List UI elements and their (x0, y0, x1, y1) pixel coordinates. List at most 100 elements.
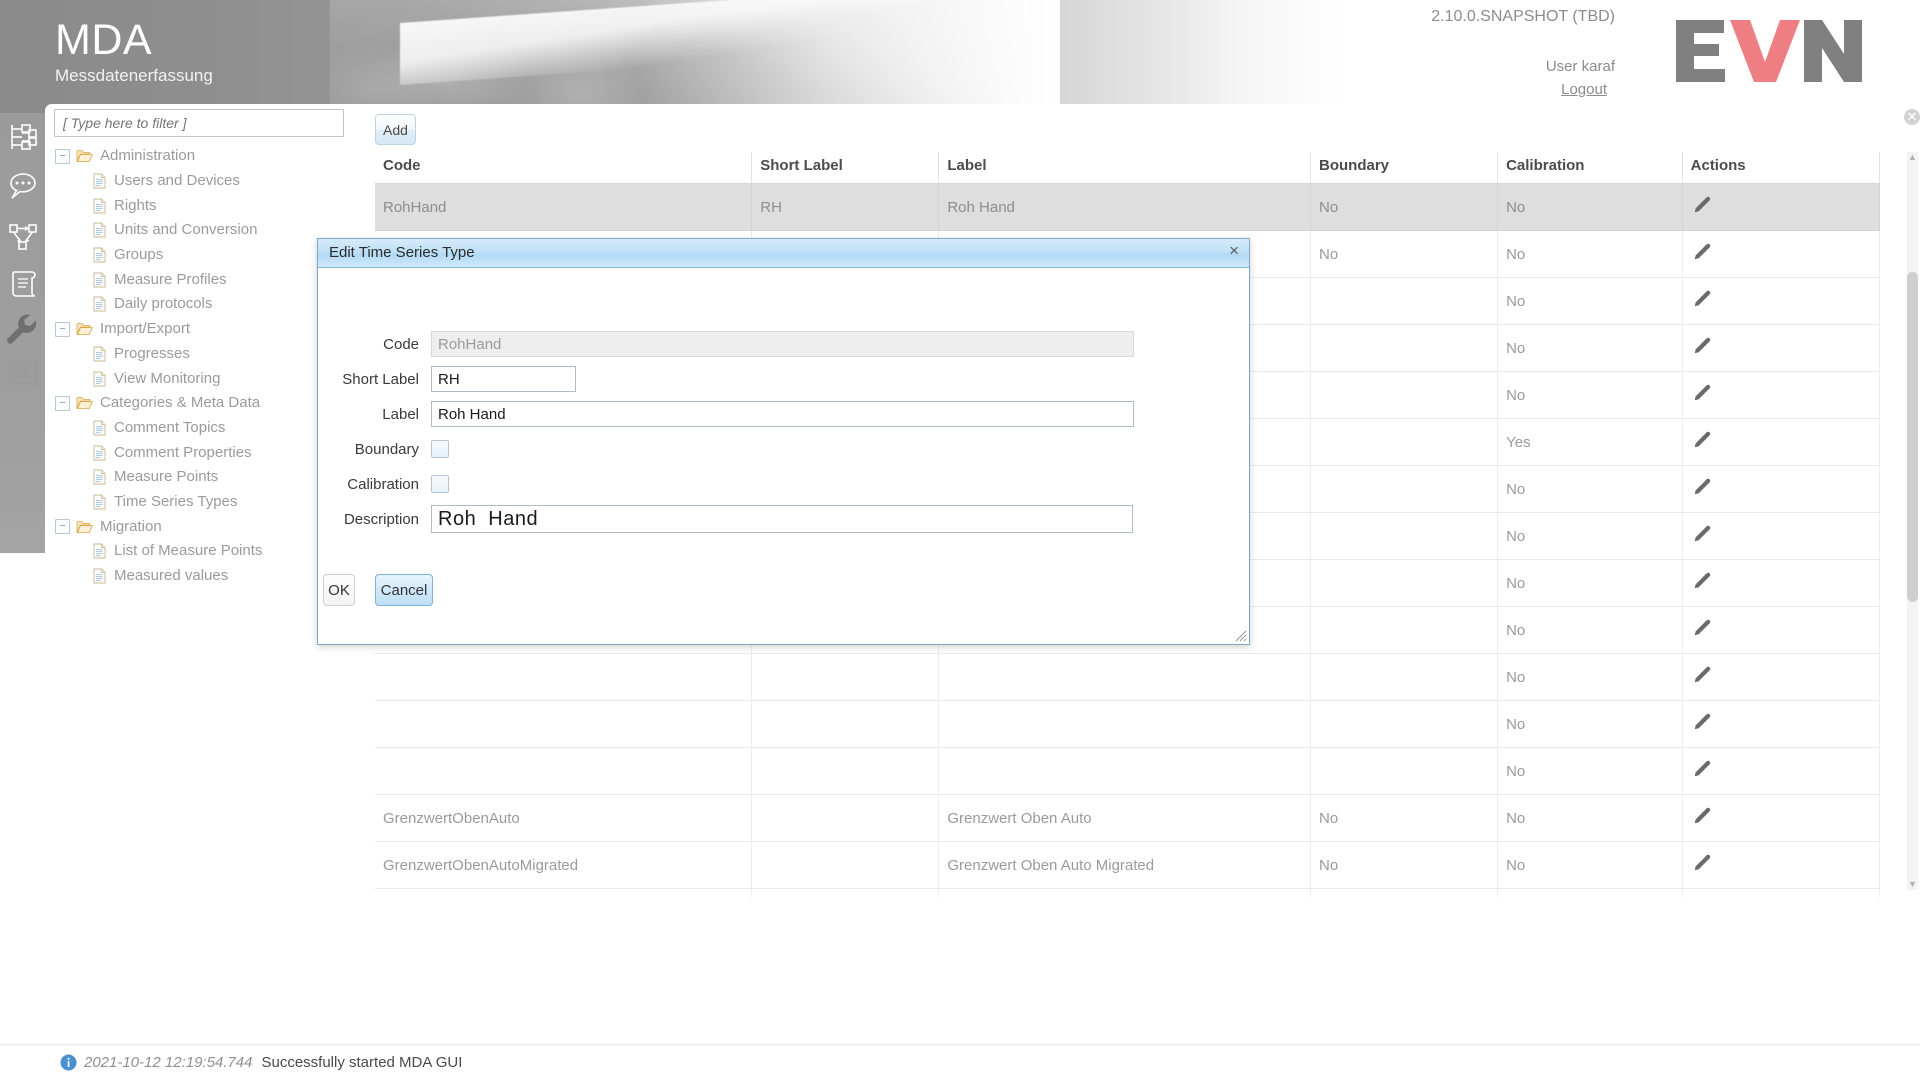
table-row[interactable]: RohHand RH Roh Hand No No (375, 183, 1881, 231)
boundary-label: Boundary (354, 440, 419, 458)
edit-pencil-icon[interactable] (1691, 429, 1713, 451)
column-header-short-label[interactable]: Short Label (751, 152, 940, 184)
tree-toggle-icon[interactable]: − (55, 148, 70, 164)
cell-label: Grenzwert Oben Auto (938, 794, 1311, 842)
edit-pencil-icon[interactable] (1691, 570, 1713, 592)
cell-calibration: No (1497, 700, 1683, 748)
tree-item-view-monitoring[interactable]: View Monitoring (45, 366, 355, 391)
tree-filter-input[interactable] (54, 109, 344, 137)
logout-link[interactable]: Logout (1561, 81, 1607, 98)
protocol-icon[interactable] (5, 266, 41, 302)
cell-calibration: No (1497, 606, 1683, 654)
table-row[interactable]: No (375, 700, 1881, 748)
add-button[interactable]: Add (375, 114, 416, 145)
edit-pencil-icon[interactable] (1691, 288, 1713, 310)
tree-item-daily-protocols[interactable]: Daily protocols (45, 292, 355, 317)
app-title: MDA (55, 16, 153, 64)
tree-item-progresses[interactable]: Progresses (45, 342, 355, 367)
cell-calibration: No (1497, 559, 1683, 607)
edit-pencil-icon[interactable] (1691, 711, 1713, 733)
edit-pencil-icon[interactable] (1691, 476, 1713, 498)
tree-item-categories-meta-data[interactable]: − Categories & Meta Data (45, 391, 355, 416)
edit-pencil-icon[interactable] (1691, 523, 1713, 545)
tree-item-measure-profiles[interactable]: Measure Profiles (45, 267, 355, 292)
scroll-up-arrow[interactable]: ▲ (1907, 152, 1918, 163)
table-row[interactable]: No (375, 653, 1881, 701)
version-label: 2.10.0.SNAPSHOT (TBD) (1431, 8, 1615, 25)
column-header-label[interactable]: Label (938, 152, 1311, 184)
table-row[interactable]: GrenzwertObenAuto Grenzwert Oben Auto No No (375, 794, 1881, 842)
tree-item-list-of-measure-points[interactable]: List of Measure Points (45, 539, 355, 564)
column-header-code[interactable]: Code (375, 152, 753, 184)
tree-item-measured-values[interactable]: Measured values (45, 564, 355, 589)
tree-item-units-and-conversion[interactable]: Units and Conversion (45, 218, 355, 243)
folder-icon (76, 397, 93, 410)
app-subtitle: Messdatenerfassung (55, 66, 213, 85)
boundary-checkbox[interactable] (431, 440, 449, 458)
cell-boundary (1310, 324, 1499, 372)
table-vertical-scrollbar[interactable]: ▲ ▼ (1907, 152, 1918, 890)
dialog-close-icon[interactable]: × (1229, 242, 1239, 260)
cell-label (938, 653, 1311, 701)
tree-item-administration[interactable]: − Administration (45, 144, 355, 169)
edit-pencil-icon[interactable] (1691, 617, 1713, 639)
cell-label: Grenzwert Oben Auto Imported (938, 888, 1311, 897)
tree-item-label: Categories & Meta Data (100, 394, 261, 412)
edit-pencil-icon[interactable] (1691, 805, 1713, 827)
tree-item-comment-topics[interactable]: Comment Topics (45, 416, 355, 441)
dialog-resize-grip[interactable] (1233, 628, 1247, 642)
document-icon (93, 247, 106, 263)
tree-item-comment-properties[interactable]: Comment Properties (45, 440, 355, 465)
tree-item-users-and-devices[interactable]: Users and Devices (45, 169, 355, 194)
edit-pencil-icon[interactable] (1691, 758, 1713, 780)
label-field[interactable] (431, 401, 1134, 427)
dialog-title-bar[interactable]: Edit Time Series Type × (318, 239, 1249, 268)
edit-pencil-icon[interactable] (1691, 194, 1713, 216)
banner-fade-overlay (640, 0, 1060, 113)
comment-icon[interactable] (5, 169, 41, 205)
close-icon[interactable]: ✕ (1904, 109, 1920, 125)
ok-button[interactable]: OK (323, 574, 355, 606)
tree-item-migration[interactable]: − Migration (45, 514, 355, 539)
tree-item-groups[interactable]: Groups (45, 243, 355, 268)
edit-pencil-icon[interactable] (1691, 241, 1713, 263)
column-header-boundary[interactable]: Boundary (1310, 152, 1499, 184)
chart-icon[interactable] (5, 355, 41, 391)
tree-item-label: Measure Profiles (114, 270, 227, 288)
document-icon (93, 494, 106, 510)
cell-label: Grenzwert Oben Auto Migrated (938, 841, 1311, 889)
tree-item-measure-points[interactable]: Measure Points (45, 465, 355, 490)
workflow-icon[interactable] (5, 218, 41, 254)
tree-item-rights[interactable]: Rights (45, 193, 355, 218)
folder-icon (76, 520, 93, 533)
folder-icon (76, 323, 93, 336)
scrollbar-thumb[interactable] (1907, 272, 1918, 602)
tree-item-label: List of Measure Points (114, 542, 263, 560)
column-header-calibration[interactable]: Calibration (1497, 152, 1683, 184)
description-field[interactable] (431, 505, 1133, 533)
tree-toggle-icon[interactable]: − (55, 395, 70, 411)
app-branding: MDA Messdatenerfassung (55, 18, 213, 87)
cancel-button[interactable]: Cancel (375, 574, 433, 606)
calibration-checkbox[interactable] (431, 475, 449, 493)
short-label-field[interactable] (431, 366, 576, 392)
table-row[interactable]: No (375, 747, 1881, 795)
cell-short: RH (751, 183, 940, 231)
document-icon (93, 568, 106, 584)
tree-item-time-series-types[interactable]: Time Series Types (45, 490, 355, 515)
edit-pencil-icon[interactable] (1691, 852, 1713, 874)
edit-pencil-icon[interactable] (1691, 382, 1713, 404)
edit-pencil-icon[interactable] (1691, 335, 1713, 357)
scroll-down-arrow[interactable]: ▼ (1907, 879, 1918, 890)
edit-pencil-icon[interactable] (1691, 664, 1713, 686)
table-row[interactable]: GrenzwertObenAutoImported Grenzwert Oben … (375, 888, 1881, 897)
document-icon (93, 420, 106, 436)
hierarchy-icon[interactable] (5, 119, 41, 155)
tree-item-import-export[interactable]: − Import/Export (45, 317, 355, 342)
cell-calibration: No (1497, 371, 1683, 419)
tree-toggle-icon[interactable]: − (55, 321, 70, 337)
wrench-icon[interactable] (2, 309, 42, 349)
column-header-actions[interactable]: Actions (1682, 152, 1881, 184)
tree-toggle-icon[interactable]: − (55, 519, 70, 535)
table-row[interactable]: GrenzwertObenAutoMigrated Grenzwert Oben … (375, 841, 1881, 889)
